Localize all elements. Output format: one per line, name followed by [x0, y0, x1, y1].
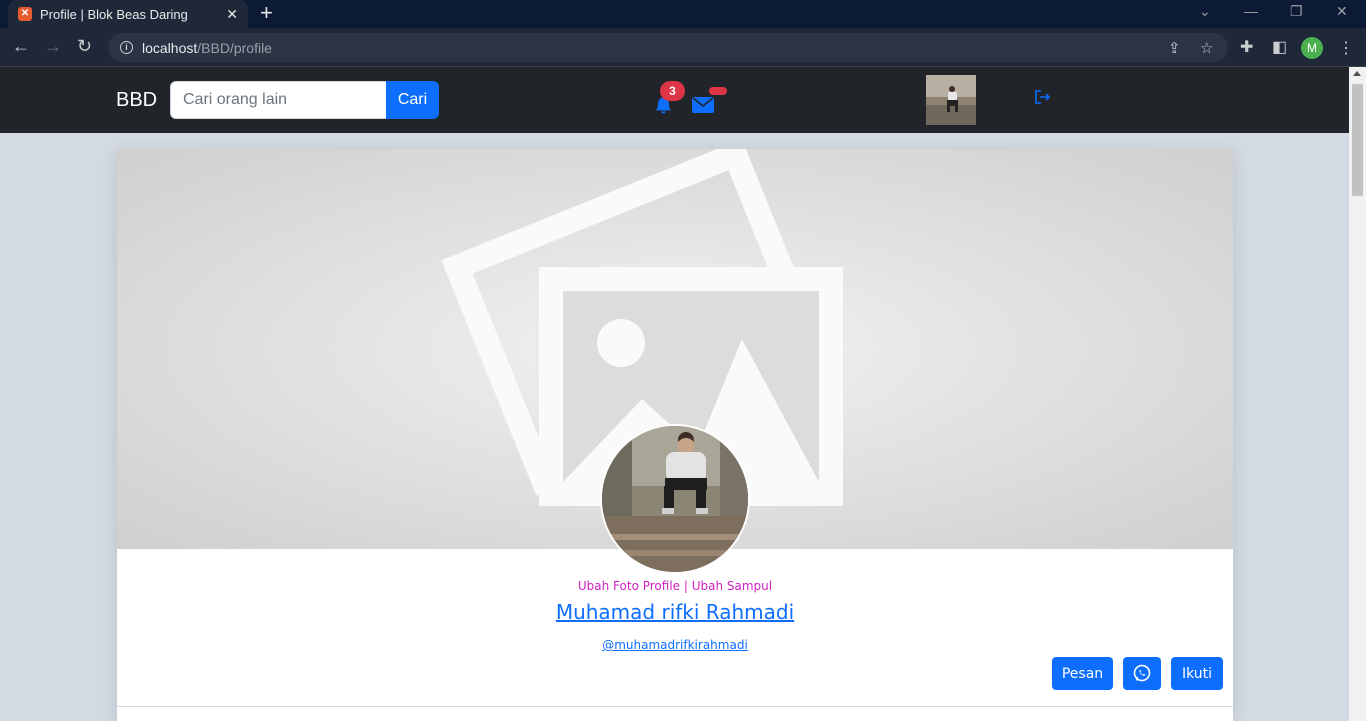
address-bar[interactable]: i localhost/BBD/profile ⇪ ☆	[108, 33, 1228, 62]
page-scrollbar[interactable]	[1349, 67, 1366, 721]
scroll-up-arrow-icon[interactable]	[1353, 71, 1361, 76]
brand-logo[interactable]: BBD	[116, 89, 157, 112]
whatsapp-icon	[1133, 664, 1151, 681]
message-button[interactable]: Pesan	[1052, 657, 1113, 690]
side-panel-icon[interactable]: ◧	[1272, 37, 1287, 57]
tab-title: Profile | Blok Beas Daring	[40, 6, 188, 22]
follow-button[interactable]: Ikuti	[1171, 657, 1223, 690]
edit-links-separator: |	[680, 579, 692, 593]
share-icon[interactable]: ⇪	[1168, 39, 1181, 57]
browser-tab[interactable]: ✕ Profile | Blok Beas Daring ✕	[8, 0, 248, 28]
close-window-icon[interactable]: ✕	[1336, 3, 1348, 20]
minimize-icon[interactable]: —	[1244, 3, 1258, 19]
message-badge	[709, 87, 727, 95]
logout-icon[interactable]	[1034, 89, 1051, 105]
url-path: /BBD/profile	[197, 39, 272, 56]
bookmark-star-icon[interactable]: ☆	[1200, 39, 1213, 57]
tab-close-icon[interactable]: ✕	[226, 6, 238, 23]
scrollbar-thumb[interactable]	[1352, 84, 1363, 196]
extensions-icon[interactable]: ✚	[1240, 37, 1253, 57]
search-button[interactable]: Cari	[386, 81, 439, 119]
browser-menu-icon[interactable]: ⋮	[1338, 38, 1354, 58]
sun-circle	[597, 319, 645, 367]
site-info-icon[interactable]: i	[120, 41, 133, 54]
xampp-favicon-icon: ✕	[18, 7, 32, 21]
profile-card: Ubah Foto Profile | Ubah Sampul Muhamad …	[117, 149, 1233, 721]
envelope-icon[interactable]	[692, 97, 714, 113]
new-tab-icon[interactable]: +	[260, 2, 273, 24]
site-navbar: BBD Cari 3	[0, 67, 1349, 133]
nav-user-avatar[interactable]	[926, 75, 976, 125]
profile-edit-links: Ubah Foto Profile | Ubah Sampul	[117, 579, 1233, 593]
tab-search-icon[interactable]: ⌄	[1199, 3, 1211, 20]
search-input[interactable]	[170, 81, 387, 119]
profile-avatar[interactable]	[600, 424, 750, 574]
browser-toolbar: ← → ↻ i localhost/BBD/profile ⇪ ☆ ✚ ◧	[0, 28, 1366, 67]
url-host: localhost	[142, 39, 198, 56]
back-icon[interactable]: ←	[12, 36, 30, 56]
whatsapp-button[interactable]	[1123, 657, 1161, 690]
browser-profile-avatar[interactable]: M	[1301, 37, 1323, 59]
notification-badge: 3	[660, 81, 685, 101]
edit-photo-link[interactable]: Ubah Foto Profile	[578, 579, 680, 593]
reload-icon[interactable]: ↻	[77, 36, 92, 56]
card-divider	[117, 706, 1233, 707]
edit-cover-link[interactable]: Ubah Sampul	[692, 579, 772, 593]
profile-username[interactable]: @muhamadrifkirahmadi	[117, 638, 1233, 652]
restore-icon[interactable]: ❐	[1290, 3, 1303, 20]
forward-icon[interactable]: →	[44, 36, 62, 56]
browser-tab-strip: ✕ Profile | Blok Beas Daring ✕ + ⌄ — ❐ ✕	[0, 0, 1366, 28]
profile-full-name[interactable]: Muhamad rifki Rahmadi	[117, 600, 1233, 624]
